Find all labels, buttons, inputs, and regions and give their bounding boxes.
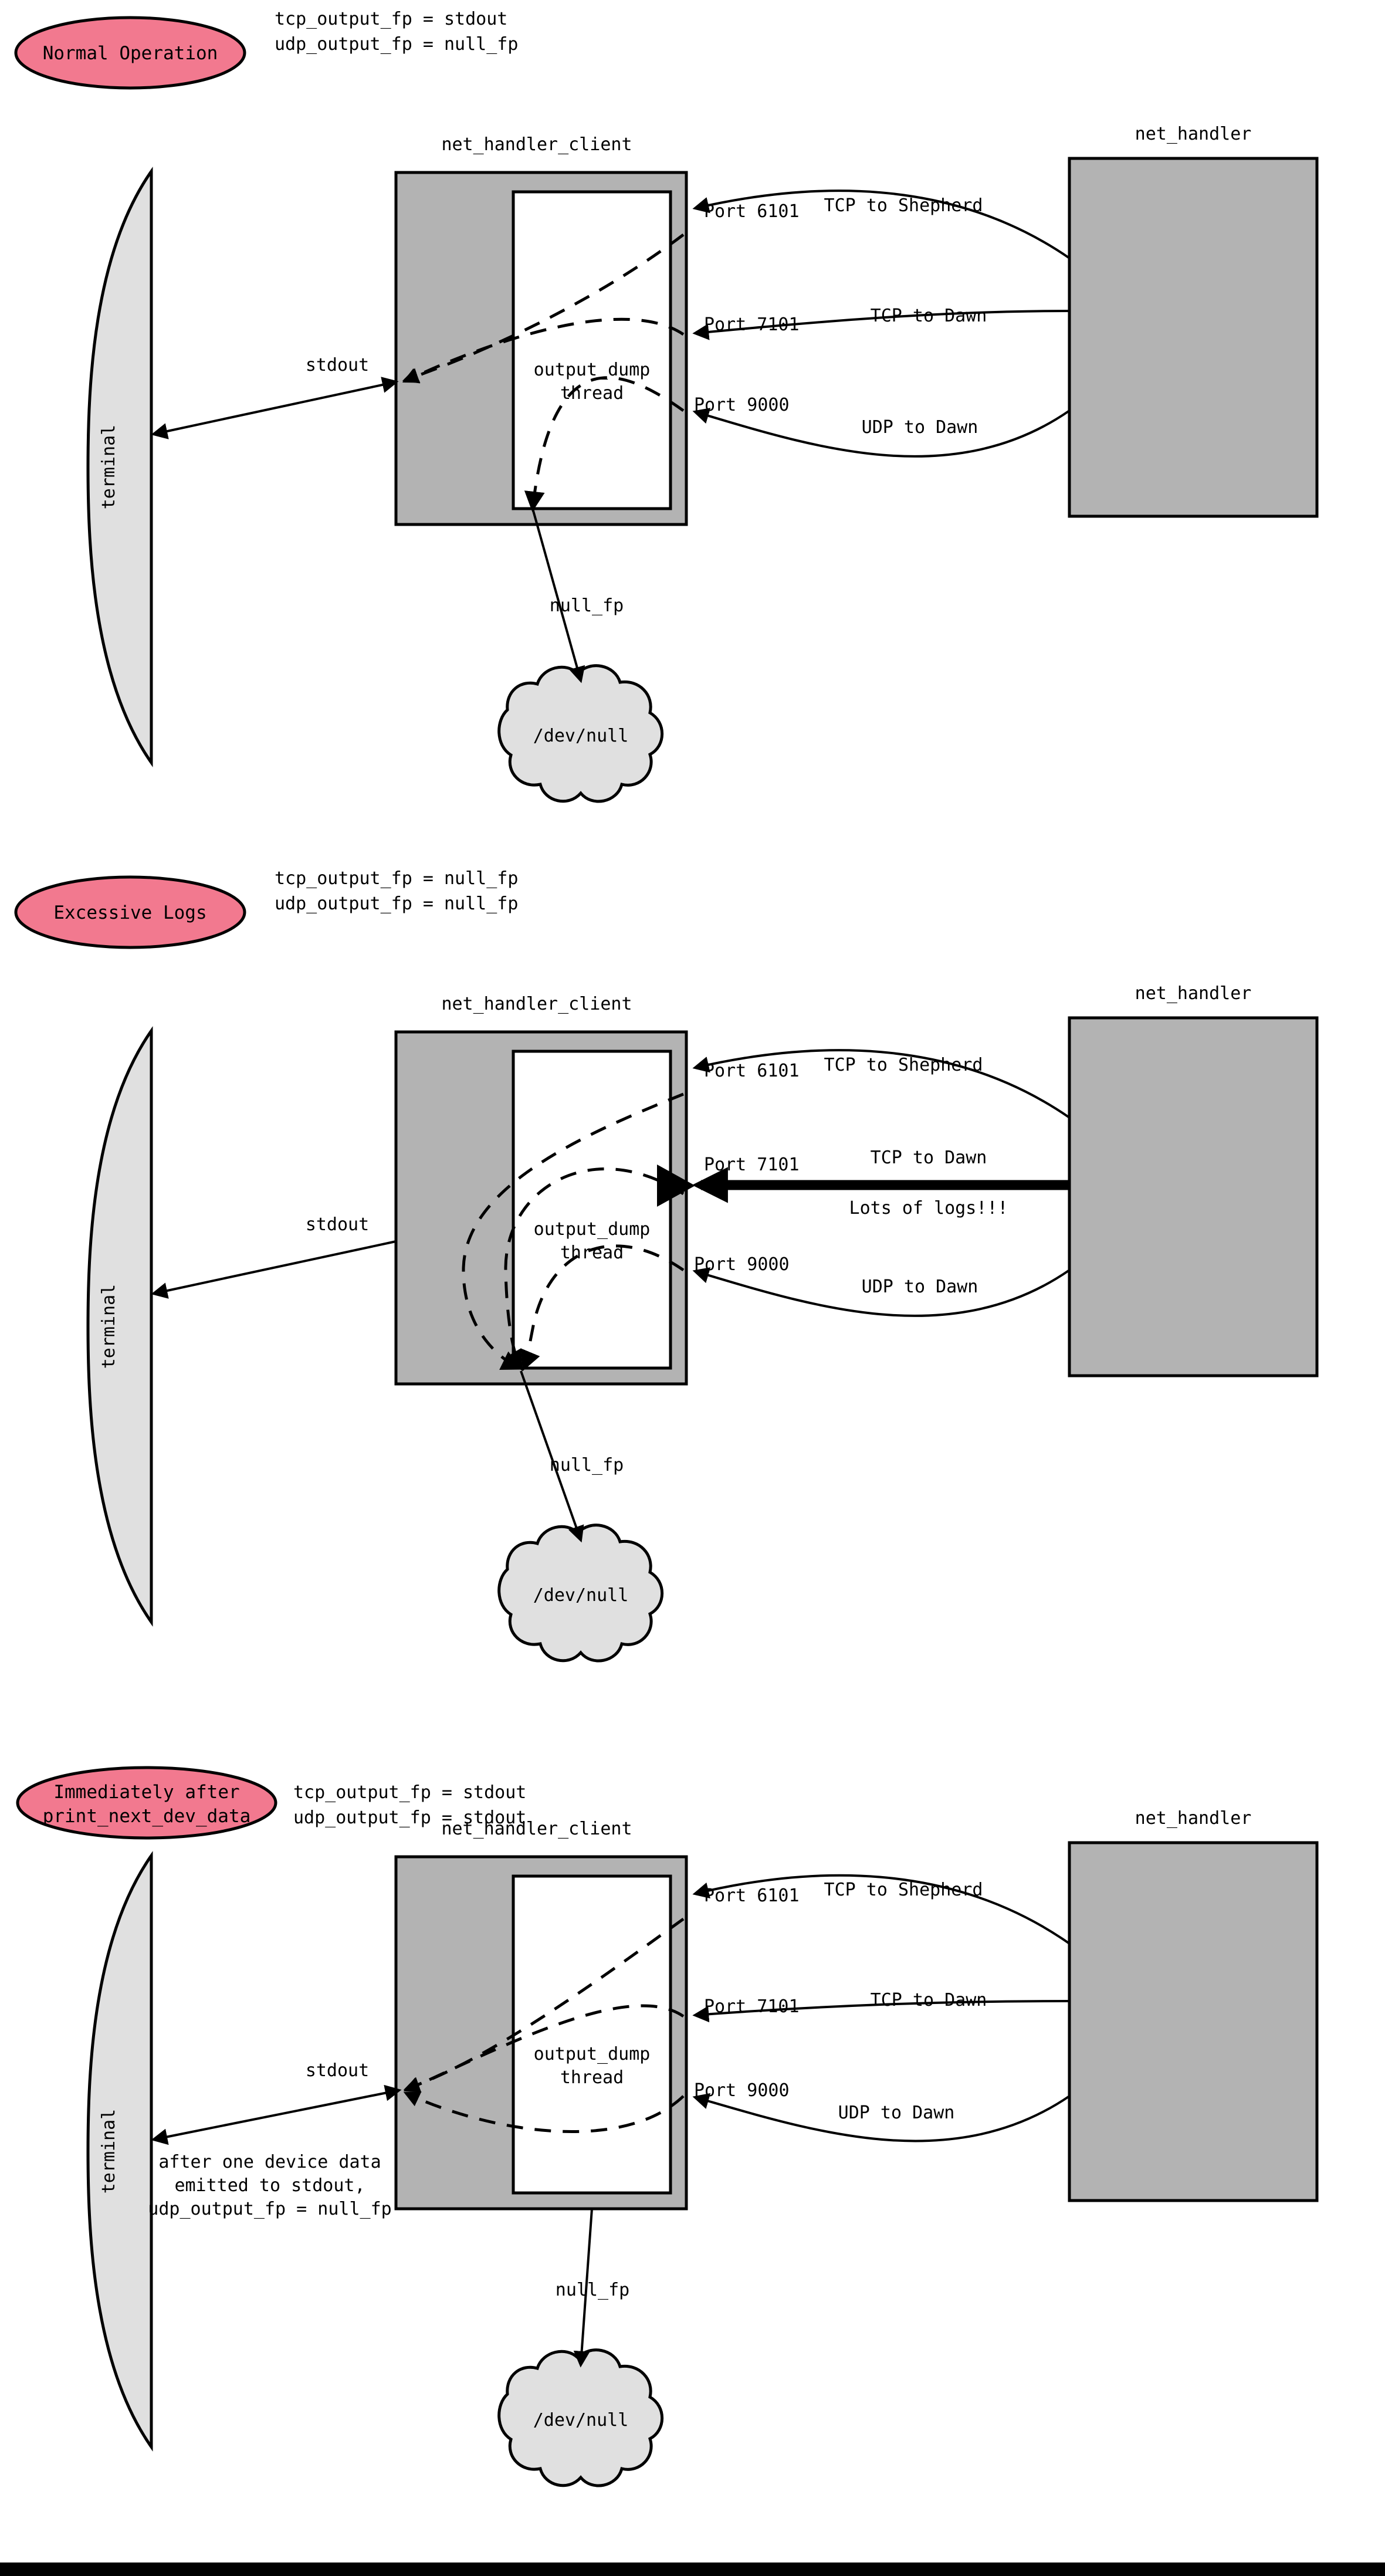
diagram-canvas: Normal Operation tcp_output_fp = stdout … (14, 9, 1319, 2487)
config-line-2: udp_output_fp = null_fp (275, 34, 518, 55)
protocol-label-tcp-dawn: TCP to Dawn (871, 1990, 987, 2010)
thread-box (512, 190, 672, 510)
ellipse-icon (16, 1766, 277, 1840)
protocol-label-tcp-shepherd: TCP to Shepherd (824, 1880, 983, 1900)
stdout-label: stdout (306, 355, 369, 375)
protocol-label-tcp-shepherd: TCP to Shepherd (824, 1055, 983, 1075)
protocol-label-tcp-dawn: TCP to Dawn (871, 306, 987, 326)
terminal-shape-icon (86, 1026, 153, 1627)
port-label-7101: Port 7101 (704, 1155, 800, 1175)
edge-nullfp: null_fp (520, 1370, 624, 1543)
port-label-9000: Port 9000 (694, 2080, 790, 2101)
thread-box (512, 1874, 672, 2195)
port-label-6101: Port 6101 (704, 1886, 800, 1906)
protocol-label-udp-dawn: UDP to Dawn (862, 417, 978, 438)
stdout-arrow (151, 1240, 397, 1299)
port-label-6101: Port 6101 (704, 201, 800, 222)
client-title: net_handler_client (441, 134, 632, 155)
edge-stdout: stdout (151, 1214, 397, 1299)
scenario-immediately-after-print-next-dev-data: Immediately after print_next_dev_data tc… (16, 1766, 1319, 2487)
scenario-title: Normal Operation (43, 43, 218, 64)
scenario-badge: Immediately after print_next_dev_data (16, 1766, 277, 1840)
devnull-label: /dev/null (533, 726, 629, 746)
nullfp-arrow (531, 508, 585, 683)
port-label-6101: Port 6101 (704, 1061, 800, 1081)
scenario-title: Excessive Logs (53, 902, 206, 923)
handler-title: net_handler (1135, 124, 1252, 144)
port-label-7101: Port 7101 (704, 1996, 800, 2017)
note-lots-of-logs: Lots of logs!!! (849, 1198, 1008, 1218)
terminal-shape-icon (86, 1851, 153, 2452)
note-line-1: after one device data (158, 2152, 381, 2172)
thread-label-line1: output_dump (534, 1219, 651, 1240)
devnull-node: /dev/null (497, 2348, 663, 2487)
config-line-1: tcp_output_fp = stdout (293, 1782, 526, 1803)
scenario-title-line2: print_next_dev_data (43, 1806, 251, 1827)
edge-nullfp: null_fp (531, 508, 624, 683)
terminal-label: terminal (99, 2109, 119, 2194)
stdout-label: stdout (306, 2060, 369, 2081)
handler-box (1068, 157, 1319, 518)
handler-title: net_handler (1135, 1808, 1252, 1829)
net-handler-node: net_handler (1068, 1808, 1319, 2202)
devnull-node: /dev/null (497, 1524, 663, 1663)
net-handler-client-node: net_handler_client output_dump thread (394, 994, 688, 1386)
scenario-title-line1: Immediately after (53, 1782, 239, 1803)
handler-box (1068, 1841, 1319, 2202)
scenario-badge: Normal Operation (14, 16, 246, 90)
protocol-label-tcp-dawn: TCP to Dawn (871, 1147, 987, 1168)
terminal-shape-icon (86, 167, 153, 767)
thread-label-line2: thread (560, 2067, 624, 2088)
config-line-2: udp_output_fp = null_fp (275, 893, 518, 914)
note-line-3: udp_output_fp = null_fp (148, 2199, 391, 2219)
terminal-node: terminal (86, 167, 153, 767)
nullfp-label: null_fp (556, 2280, 629, 2300)
scenario-badge: Excessive Logs (14, 875, 246, 949)
handler-box (1068, 1016, 1319, 1377)
terminal-node: terminal (86, 1851, 153, 2452)
devnull-label: /dev/null (533, 2410, 629, 2431)
net-handler-node: net_handler (1068, 124, 1319, 518)
edge-nullfp: null_fp (556, 2208, 629, 2368)
port-label-9000: Port 9000 (694, 395, 790, 415)
config-line-1: tcp_output_fp = null_fp (275, 868, 518, 889)
port-label-7101: Port 7101 (704, 314, 800, 335)
scenario-normal-operation: Normal Operation tcp_output_fp = stdout … (14, 9, 1319, 803)
devnull-label: /dev/null (533, 1585, 629, 1606)
protocol-label-udp-dawn: UDP to Dawn (862, 1277, 978, 1297)
client-title: net_handler_client (441, 994, 632, 1014)
port-label-9000: Port 9000 (694, 1254, 790, 1275)
terminal-label: terminal (99, 1284, 119, 1369)
edge-stdout: stdout (151, 355, 399, 439)
terminal-label: terminal (99, 425, 119, 510)
thread-label-line1: output_dump (534, 2044, 651, 2064)
thread-label-line1: output_dump (534, 360, 651, 380)
edge-stdout: stdout (151, 2060, 402, 2145)
stdout-arrow (151, 2084, 402, 2145)
note-line-2: emitted to stdout, (174, 2175, 365, 2196)
stdout-arrow (151, 377, 399, 439)
scenario-excessive-logs: Excessive Logs tcp_output_fp = null_fp u… (14, 868, 1319, 1663)
terminal-node: terminal (86, 1026, 153, 1627)
handler-title: net_handler (1135, 983, 1252, 1004)
client-title: net_handler_client (441, 1819, 632, 1839)
protocol-label-udp-dawn: UDP to Dawn (838, 2103, 955, 2123)
nullfp-label: null_fp (550, 595, 624, 616)
config-line-1: tcp_output_fp = stdout (275, 9, 507, 29)
net-handler-client-node: net_handler_client output_dump thread (394, 1819, 688, 2211)
protocol-label-tcp-shepherd: TCP to Shepherd (824, 195, 983, 216)
stdout-label: stdout (306, 1214, 369, 1235)
thread-box (512, 1050, 672, 1370)
devnull-node: /dev/null (497, 664, 663, 803)
bottom-bar (0, 2563, 1385, 2576)
net-handler-node: net_handler (1068, 983, 1319, 1377)
nullfp-label: null_fp (550, 1455, 624, 1475)
